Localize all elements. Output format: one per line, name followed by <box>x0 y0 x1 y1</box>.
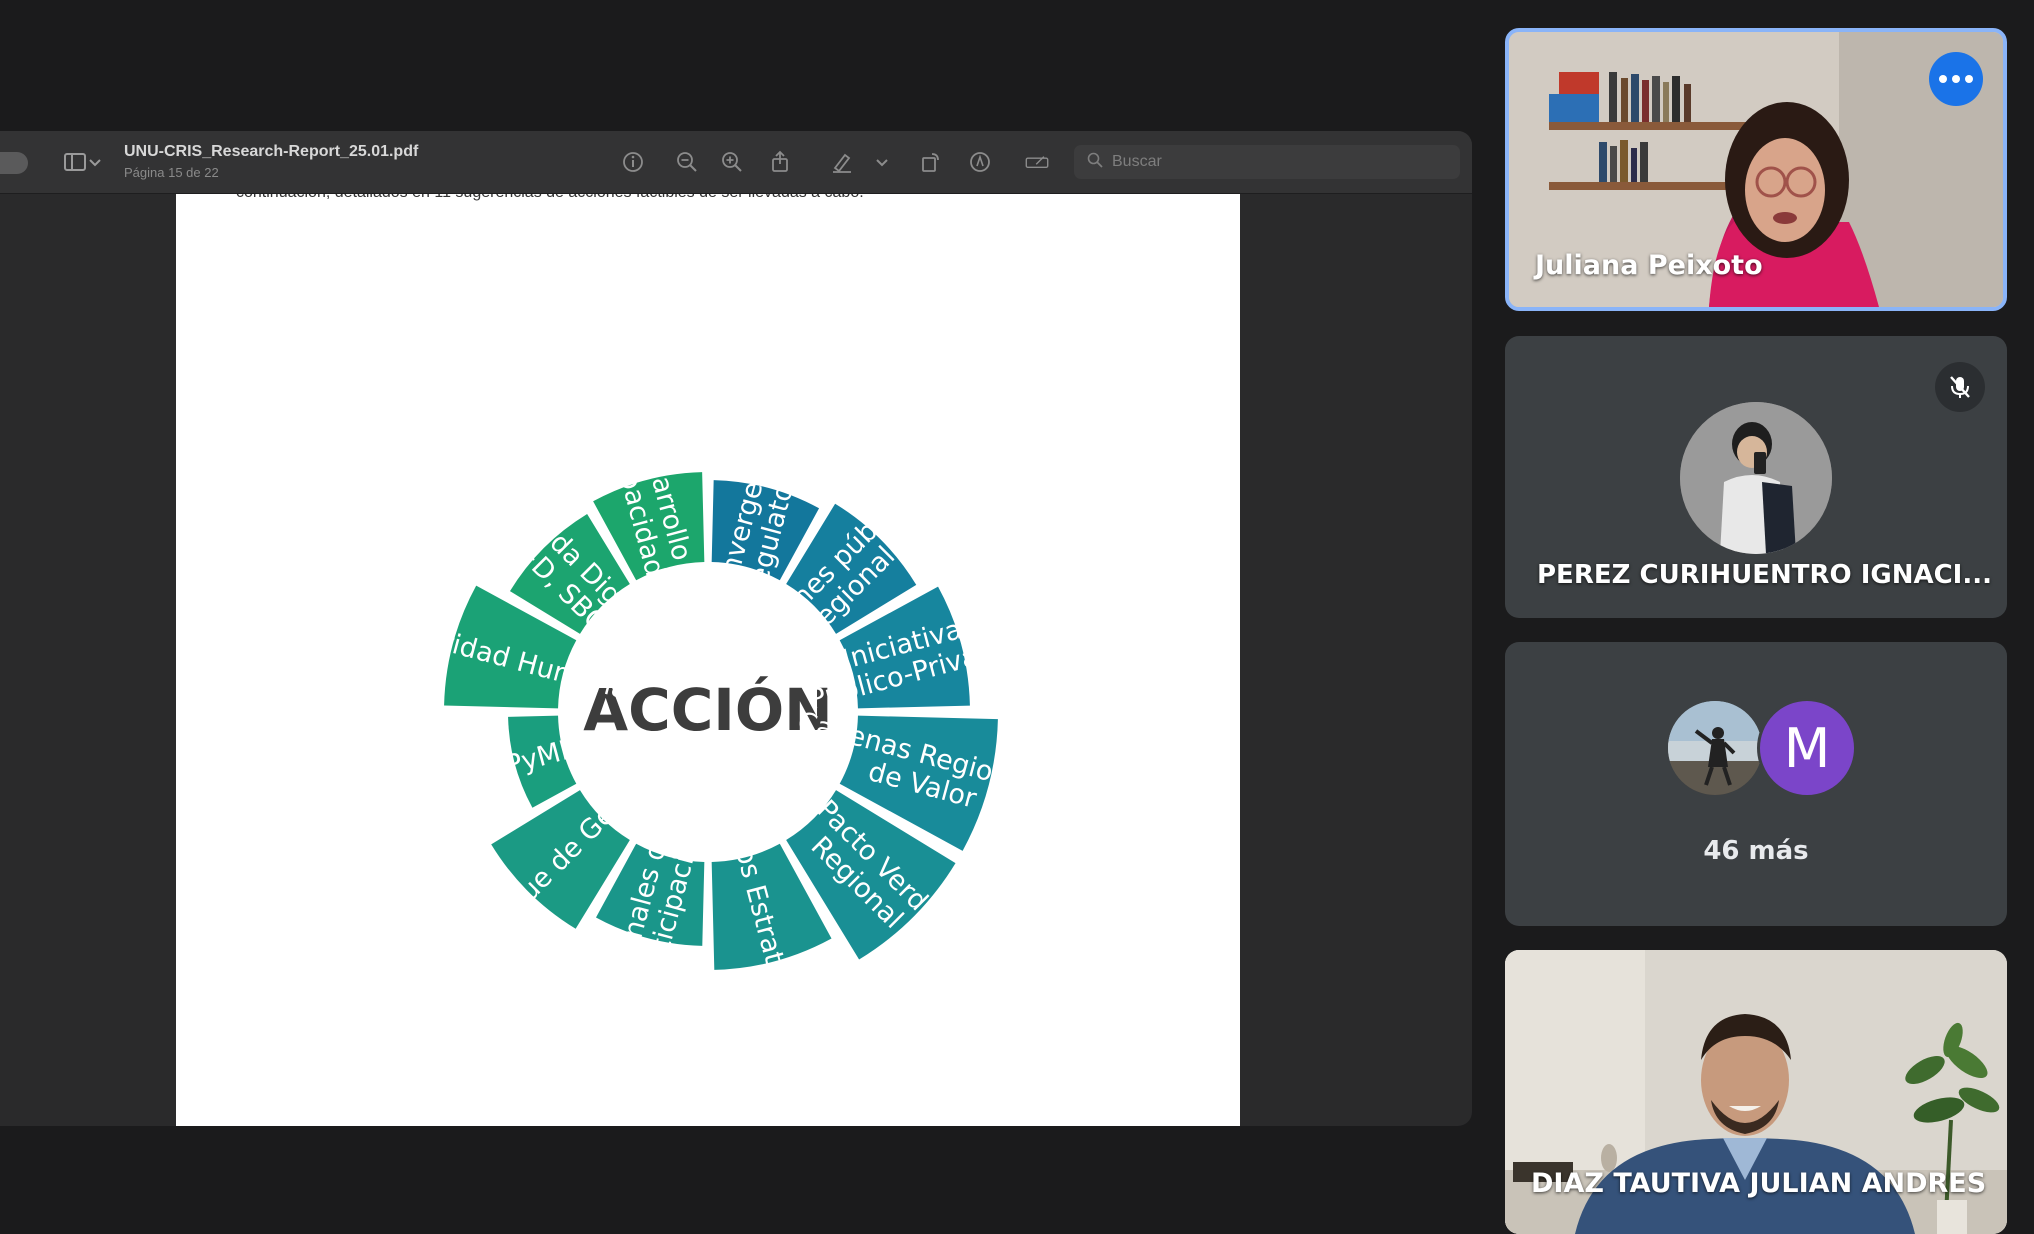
pdf-filename: UNU-CRIS_Research-Report_25.01.pdf <box>124 143 419 160</box>
accion-wheel-diagram: ACCIÓN ConvergenciaRegulatoriaBienes púb… <box>373 423 1066 1050</box>
pdf-page-indicator: Página 15 de 22 <box>124 165 219 180</box>
chevron-down-icon[interactable] <box>872 148 892 176</box>
window-control-pill[interactable] <box>0 152 28 174</box>
participant-avatar <box>1665 698 1765 798</box>
participant-avatar <box>1680 402 1832 554</box>
chevron-down-icon[interactable] <box>86 148 104 176</box>
more-options-button[interactable] <box>1929 52 1983 106</box>
shared-screen-pdf-viewer: UNU-CRIS_Research-Report_25.01.pdf Págin… <box>0 131 1472 1126</box>
participant-tile[interactable]: DIAZ TAUTIVA JULIAN ANDRES <box>1505 950 2007 1234</box>
highlight-pen-icon[interactable] <box>827 148 857 176</box>
pdf-toolbar: UNU-CRIS_Research-Report_25.01.pdf Págin… <box>0 131 1472 194</box>
dot-icon <box>1965 75 1973 83</box>
participant-name: PEREZ CURIHUENTRO IGNACI... <box>1537 560 1992 590</box>
zoom-out-icon[interactable] <box>672 148 702 176</box>
participant-avatar-letter: M <box>1757 698 1857 798</box>
meeting-stage: UNU-CRIS_Research-Report_25.01.pdf Págin… <box>0 0 2034 1234</box>
share-icon[interactable] <box>765 148 795 176</box>
form-fill-icon[interactable] <box>1020 148 1054 176</box>
microphone-muted-icon <box>1935 362 1985 412</box>
participant-name: Juliana Peixoto <box>1535 250 1763 281</box>
zoom-in-icon[interactable] <box>717 148 747 176</box>
participant-tile-speaking[interactable]: Juliana Peixoto <box>1505 28 2007 311</box>
dot-icon <box>1952 75 1960 83</box>
search-input[interactable]: Buscar <box>1074 145 1460 179</box>
pdf-page: continuación, detallados en 11 sugerenci… <box>176 194 1240 1126</box>
participant-name: DIAZ TAUTIVA JULIAN ANDRES <box>1531 1168 1987 1199</box>
more-participants-count: 46 más <box>1703 836 1809 866</box>
rotate-icon[interactable] <box>916 148 946 176</box>
search-placeholder: Buscar <box>1112 153 1162 170</box>
markup-icon[interactable] <box>965 148 995 176</box>
more-participants-tile[interactable]: M 46 más <box>1505 642 2007 926</box>
search-icon <box>1086 151 1104 174</box>
dot-icon <box>1939 75 1947 83</box>
info-icon[interactable] <box>618 148 648 176</box>
participant-tile[interactable]: PEREZ CURIHUENTRO IGNACI... <box>1505 336 2007 618</box>
